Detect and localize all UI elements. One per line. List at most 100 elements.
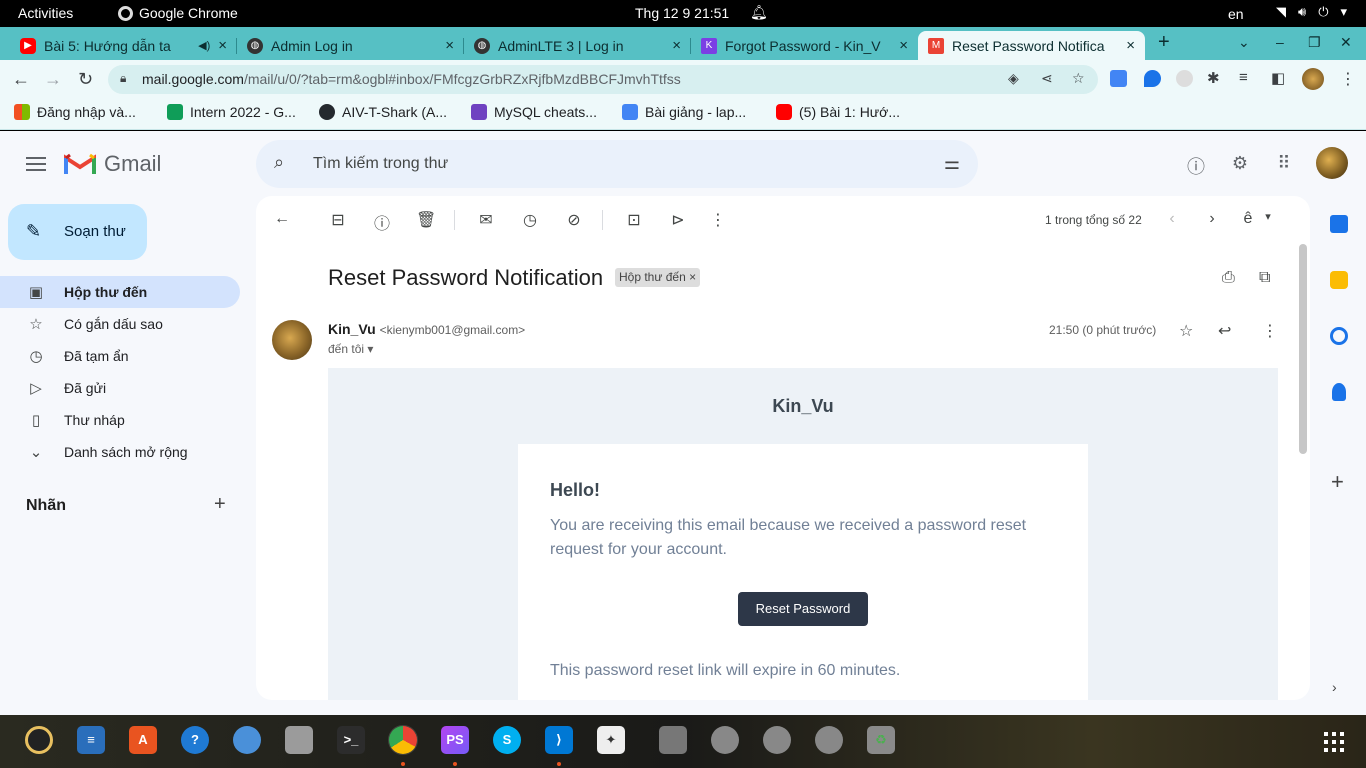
eye-off-icon[interactable]: ◈ [1008, 70, 1019, 87]
bookmark-item[interactable]: Intern 2022 - G... [167, 104, 296, 120]
bookmark-item[interactable]: Đăng nhập và... [14, 104, 136, 120]
trash-icon[interactable]: ♻ [867, 726, 895, 754]
reply-icon[interactable]: ↩ [1218, 321, 1231, 341]
tab-youtube[interactable]: ▶ Bài 5: Hướng dẫn ta ◀︎) × [10, 31, 237, 60]
sidebar-item-more[interactable]: ⌄ Danh sách mở rộng [0, 436, 240, 468]
apps-grid-icon[interactable]: ⠿ [1273, 153, 1295, 175]
disk-icon[interactable] [815, 726, 843, 754]
get-addons-plus-icon[interactable]: + [1331, 469, 1344, 495]
close-tab-icon[interactable]: × [218, 37, 227, 54]
chevron-down-icon[interactable]: ▾ [1258, 210, 1278, 223]
sender-name[interactable]: Kin_Vu [328, 321, 376, 337]
software-center-icon[interactable]: A [129, 726, 157, 754]
drop-extension-icon[interactable] [1144, 70, 1161, 87]
compass-extension-icon[interactable] [1176, 70, 1193, 87]
close-tab-icon[interactable]: × [672, 37, 681, 54]
account-avatar[interactable] [1316, 147, 1348, 179]
gmail-logo[interactable]: Gmail [64, 151, 161, 177]
delete-trash-icon[interactable]: 🗑︎ [416, 210, 436, 230]
close-tab-icon[interactable]: × [1126, 37, 1135, 54]
add-task-icon[interactable]: ⊘ [564, 210, 584, 230]
bookmark-item[interactable]: Bài giảng - lap... [622, 104, 746, 120]
search-icon[interactable]: ⌕ [274, 152, 284, 173]
label-tag-icon[interactable]: ⊳ [668, 210, 688, 230]
more-vertical-icon[interactable]: ⋮ [1262, 321, 1278, 341]
media-queue-icon[interactable]: ≡ [1239, 69, 1248, 86]
minimize-icon[interactable]: – [1276, 34, 1284, 50]
maximize-icon[interactable]: ❐ [1308, 34, 1321, 51]
compose-button[interactable]: ✎ Soạn thư [8, 204, 147, 260]
bookmark-item[interactable]: MySQL cheats... [471, 104, 597, 120]
address-bar[interactable]: 🔒︎ mail.google.com/mail/u/0/?tab=rm&ogbl… [108, 65, 1098, 94]
profile-avatar[interactable] [1302, 68, 1324, 90]
close-tab-icon[interactable]: × [899, 37, 908, 54]
vscode-icon[interactable]: ⟩ [545, 726, 573, 754]
contacts-icon[interactable] [1332, 383, 1346, 401]
thunderbird-icon[interactable] [233, 726, 261, 754]
translate-extension-icon[interactable] [1110, 70, 1127, 87]
more-actions-icon[interactable]: ⋮ [708, 210, 728, 230]
notification-bell-icon[interactable]: 🔔︎ [750, 4, 768, 21]
scrollbar[interactable] [1299, 244, 1307, 454]
open-new-window-icon[interactable]: ⧉ [1259, 269, 1270, 287]
chrome-icon[interactable] [388, 725, 418, 755]
app-menu[interactable]: Google Chrome [118, 5, 238, 21]
libreoffice-writer-icon[interactable]: ≡ [77, 726, 105, 754]
add-label-plus-icon[interactable]: + [214, 493, 226, 516]
older-chevron-icon[interactable]: › [1202, 210, 1222, 228]
phpstorm-icon[interactable]: PS [441, 726, 469, 754]
search-options-icon[interactable]: ⚌ [944, 153, 960, 174]
tab-adminlte-login[interactable]: ◍ AdminLTE 3 | Log in × [464, 31, 691, 60]
back-arrow-icon[interactable]: ← [12, 69, 30, 90]
settings-gear-icon[interactable]: ⚙ [1229, 153, 1251, 175]
recipient-details[interactable]: đến tôi ▾ [328, 342, 373, 356]
close-tab-icon[interactable]: × [445, 37, 454, 54]
show-apps-grid-icon[interactable] [1324, 732, 1344, 752]
skype-icon[interactable]: S [493, 726, 521, 754]
terminal-icon[interactable]: >_ [337, 726, 365, 754]
back-to-inbox-icon[interactable]: ← [272, 210, 292, 228]
print-icon[interactable]: ⎙ [1222, 269, 1235, 287]
tasks-icon[interactable] [1330, 327, 1348, 345]
keep-icon[interactable] [1330, 271, 1348, 289]
archive-icon[interactable]: ⊟ [328, 210, 348, 230]
star-icon[interactable]: ☆ [1179, 321, 1193, 341]
tab-forgot-password[interactable]: K Forgot Password - Kin_V × [691, 31, 918, 60]
files-icon[interactable] [285, 726, 313, 754]
bookmark-item[interactable]: AIV-T-Shark (A... [319, 104, 447, 120]
activities-button[interactable]: Activities [18, 5, 73, 21]
url-text[interactable]: mail.google.com/mail/u/0/?tab=rm&ogbl#in… [142, 71, 681, 87]
mark-unread-icon[interactable]: ✉ [476, 210, 496, 230]
input-tools-icon[interactable]: ê [1238, 210, 1258, 228]
newer-chevron-icon[interactable]: ‹ [1162, 210, 1182, 228]
extensions-puzzle-icon[interactable]: ✱ [1207, 69, 1220, 87]
search-input[interactable]: ⌕ Tìm kiếm trong thư ⚌ [256, 140, 978, 188]
side-panel-icon[interactable]: ◧ [1271, 69, 1285, 87]
sidebar-item-inbox[interactable]: ▣ Hộp thư đến [0, 276, 240, 308]
sidebar-item-drafts[interactable]: ▯ Thư nháp [0, 404, 240, 436]
reset-password-button[interactable]: Reset Password [738, 592, 868, 626]
help-icon[interactable]: ⓘ [1185, 153, 1207, 177]
tab-search-chevron-icon[interactable]: ⌄ [1238, 34, 1250, 51]
sidebar-item-starred[interactable]: ☆ Có gắn dấu sao [0, 308, 240, 340]
report-spam-icon[interactable]: ⓘ [372, 210, 392, 234]
help-icon[interactable]: ? [181, 726, 209, 754]
remove-label-icon[interactable]: × [689, 270, 696, 284]
system-tray[interactable]: ◥ 🔊︎ ⏻ ▾ [1276, 4, 1347, 20]
snooze-clock-icon[interactable]: ◷ [520, 210, 540, 230]
calendar-icon[interactable] [1330, 215, 1348, 233]
lock-icon[interactable]: 🔒︎ [120, 71, 126, 86]
close-window-icon[interactable]: ✕ [1340, 34, 1352, 51]
move-to-folder-icon[interactable]: ⊡ [624, 210, 644, 230]
disk-icon[interactable] [763, 726, 791, 754]
reload-icon[interactable]: ↻ [78, 69, 93, 90]
sidebar-item-snoozed[interactable]: ◷ Đã tạm ẩn [0, 340, 240, 372]
sidebar-item-sent[interactable]: ▷ Đã gửi [0, 372, 240, 404]
forward-arrow-icon[interactable]: → [44, 69, 62, 90]
show-side-panel-chevron-icon[interactable]: › [1332, 679, 1337, 695]
rhythmbox-icon[interactable] [25, 726, 53, 754]
new-tab-plus-icon[interactable]: + [1158, 31, 1170, 54]
input-language[interactable]: en [1228, 6, 1244, 22]
system-monitor-icon[interactable] [659, 726, 687, 754]
bookmark-item[interactable]: (5) Bài 1: Hướ... [776, 104, 900, 120]
